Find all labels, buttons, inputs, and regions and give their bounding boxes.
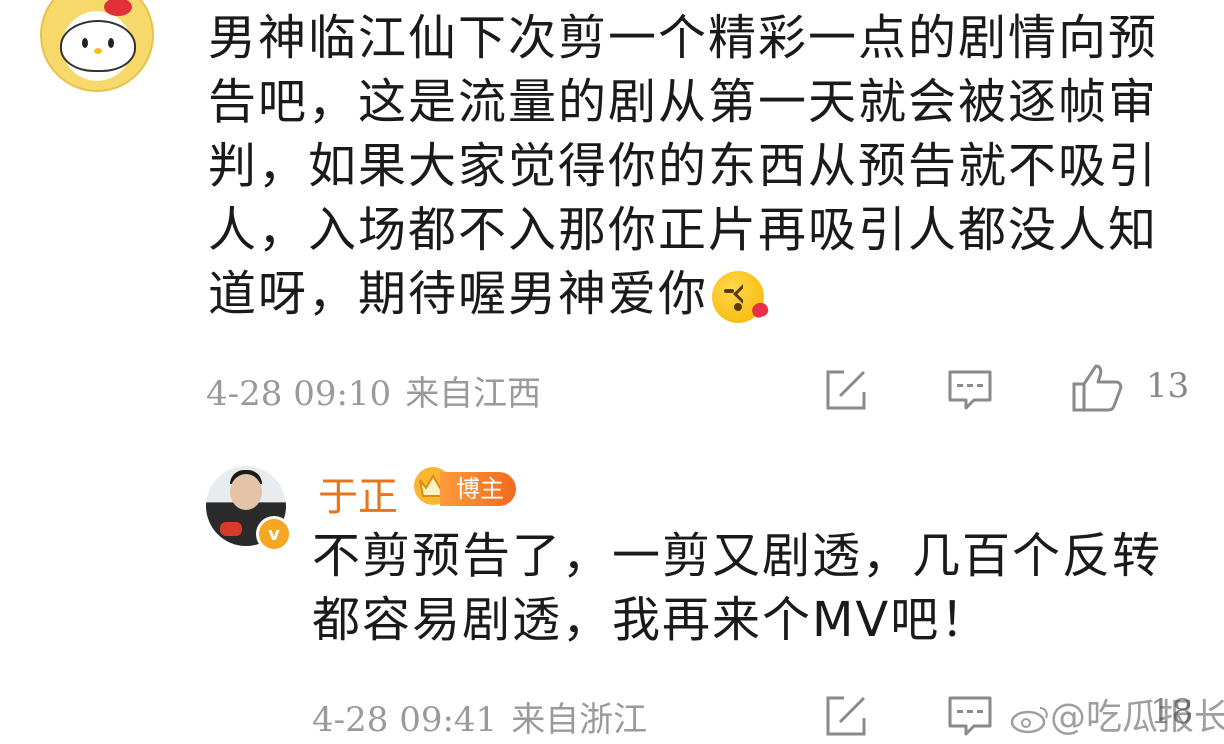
share-icon	[826, 696, 866, 736]
weibo-icon	[1010, 707, 1048, 734]
avatar-face	[60, 20, 136, 72]
comment-meta: 4-28 09:10 来自江西	[206, 366, 541, 415]
reply-time: 4-28 09:41	[312, 700, 498, 740]
avatar-nose	[94, 48, 102, 54]
author-badge: 博主	[440, 472, 516, 506]
avatar-eye	[108, 38, 114, 48]
commenter-avatar[interactable]	[40, 0, 154, 92]
like-count: 13	[1146, 366, 1190, 406]
avatar-head	[230, 474, 262, 510]
reply-text: 不剪预告了，一剪又剧透，几百个反转都容易剧透，我再来个MV吧！	[312, 528, 1163, 648]
comment-button[interactable]	[946, 366, 994, 414]
avatar-bow	[104, 0, 132, 16]
avatar-detail	[220, 522, 242, 536]
comment-time: 4-28 09:10	[206, 374, 392, 414]
share-button[interactable]	[822, 692, 870, 740]
share-button[interactable]	[822, 366, 870, 414]
comment-icon	[948, 370, 992, 410]
like-icon	[1072, 364, 1123, 412]
comment-button[interactable]	[946, 692, 994, 740]
verified-badge: v	[256, 516, 292, 552]
comment-location: 来自江西	[405, 374, 542, 414]
reply-meta: 4-28 09:41 来自浙江	[312, 692, 647, 741]
watermark: @吃瓜报长	[1010, 688, 1224, 740]
comment-text: 男神临江仙下次剪一个精彩一点的剧情向预告吧，这是流量的剧从第一天就会被逐帧审判，…	[208, 6, 1198, 326]
share-icon	[826, 370, 866, 410]
comment-icon	[948, 696, 992, 736]
like-button[interactable]	[1070, 362, 1124, 414]
kissing-face-with-heart-emoji	[712, 271, 770, 323]
watermark-text: @吃瓜报长	[1050, 697, 1224, 738]
avatar-eye	[82, 38, 88, 48]
author-name[interactable]: 于正	[318, 464, 398, 522]
comment-body: 男神临江仙下次剪一个精彩一点的剧情向预告吧，这是流量的剧从第一天就会被逐帧审判，…	[208, 10, 1159, 322]
reply-location: 来自浙江	[511, 700, 648, 740]
